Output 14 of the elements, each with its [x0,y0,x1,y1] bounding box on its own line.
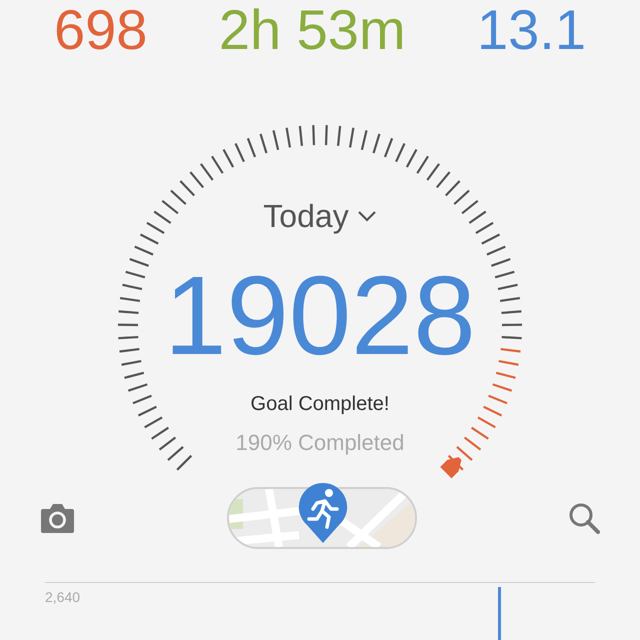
camera-icon[interactable] [40,503,75,533]
axis-label: 2,640 [45,588,80,607]
running-pin-icon [296,481,348,545]
period-dropdown[interactable]: Today [263,200,377,232]
step-bar [498,587,501,640]
search-icon[interactable] [568,502,600,534]
stat-value: 13.1 [476,2,586,58]
chevron-down-icon [356,210,377,222]
stat-value: 2h 53m [218,2,406,58]
goal-status: Goal Complete! [250,394,390,414]
step-count: 19028 [164,260,476,372]
percent-completed: 190% Completed [236,432,404,454]
stat-value: 698 [54,2,148,58]
goal-marker-icon [440,457,462,478]
